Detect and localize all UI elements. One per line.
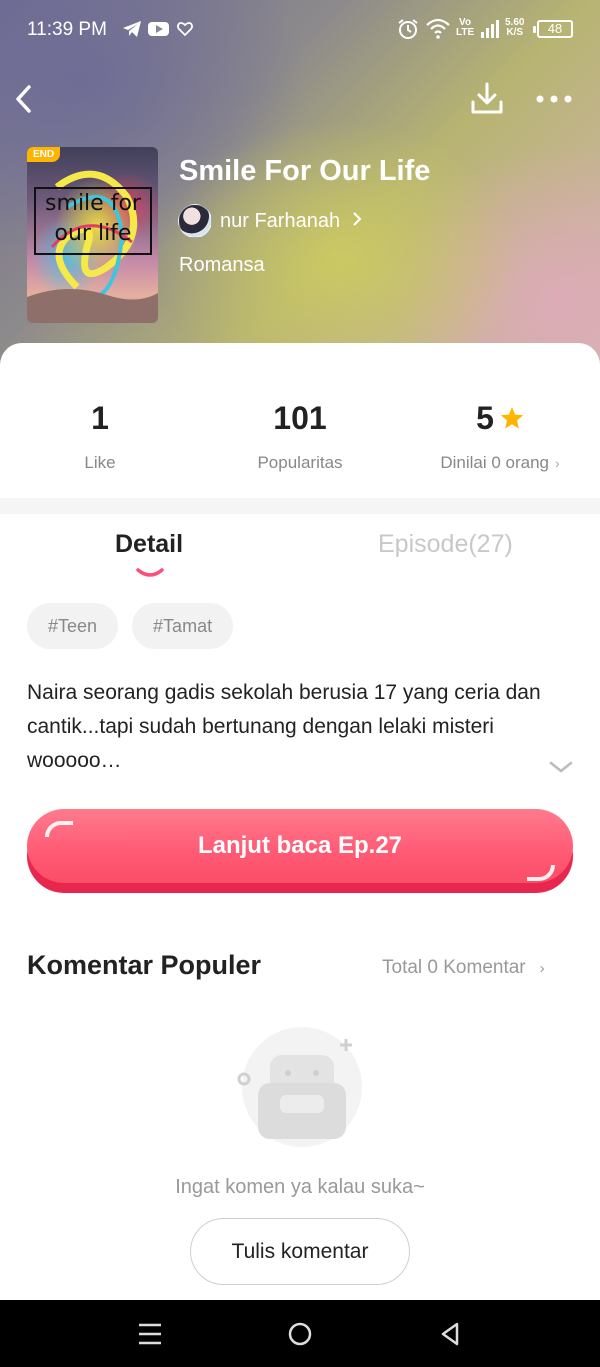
tag-chip[interactable]: #Tamat <box>132 603 234 649</box>
end-badge: END <box>27 147 61 162</box>
back-button[interactable] <box>10 82 40 116</box>
rating-label: Dinilai 0 orang <box>440 453 549 472</box>
comments-total: Total 0 Komentar <box>382 957 526 978</box>
status-time: 11:39 PM <box>27 19 107 40</box>
section-divider <box>0 498 600 514</box>
book-cover[interactable]: END smile for our life <box>27 147 158 323</box>
more-icon <box>536 95 572 103</box>
more-button[interactable] <box>534 88 574 110</box>
tab-detail[interactable]: Detail <box>115 530 183 559</box>
tag-chip[interactable]: #Teen <box>27 603 119 649</box>
book-title: Smile For Our Life <box>179 155 431 187</box>
like-label: Like <box>84 453 116 472</box>
back-triangle-icon <box>441 1322 459 1346</box>
continue-reading-button[interactable]: Lanjut baca Ep.27 <box>27 809 573 893</box>
stat-popularity: 101 Popularitas <box>200 400 400 473</box>
volte-indicator: Vo LTE <box>456 17 475 38</box>
recent-apps-button[interactable] <box>135 1319 165 1349</box>
stat-rating[interactable]: 5 Dinilai 0 orang › <box>400 400 600 473</box>
status-bar: 11:39 PM Vo LTE 5.60 K/S 48 <box>0 0 600 60</box>
network-speed: 5.60 K/S <box>505 17 525 38</box>
empty-comments-illustration <box>232 1025 372 1155</box>
heart-icon <box>177 21 193 42</box>
author-name: nur Farhanah <box>220 209 341 232</box>
book-genre: Romansa <box>179 254 265 276</box>
empty-comments-text: Ingat komen ya kalau suka~ <box>175 1176 425 1198</box>
chevron-down-icon[interactable] <box>548 758 574 776</box>
write-comment-button[interactable]: Tulis komentar <box>190 1218 410 1285</box>
star-icon <box>500 406 524 435</box>
back-arrow-icon <box>16 85 31 113</box>
continue-reading-label: Lanjut baca Ep.27 <box>27 809 573 883</box>
home-circle-icon <box>288 1322 312 1346</box>
rating-value: 5 <box>476 400 494 436</box>
signal-icon <box>480 19 500 44</box>
system-nav-bar <box>0 1300 600 1367</box>
popularity-count: 101 <box>273 400 327 436</box>
chevron-right-icon: › <box>555 455 560 471</box>
battery-icon: 48 <box>533 20 573 38</box>
comments-title: Komentar Populer <box>27 950 262 980</box>
menu-icon <box>139 1323 161 1345</box>
telegram-icon <box>122 19 142 44</box>
book-description: Naira seorang gadis sekolah berusia 17 y… <box>27 681 541 772</box>
author-link[interactable]: nur Farhanah <box>178 204 362 238</box>
battery-level: 48 <box>547 21 563 36</box>
wifi-icon <box>425 17 451 44</box>
download-button[interactable] <box>468 80 506 118</box>
youtube-icon <box>148 19 170 44</box>
system-back-button[interactable] <box>435 1319 465 1349</box>
download-icon <box>471 82 503 114</box>
chevron-right-icon: › <box>539 960 545 977</box>
tab-episode[interactable]: Episode(27) <box>378 530 513 559</box>
author-avatar <box>178 204 212 238</box>
active-tab-indicator <box>135 566 165 578</box>
popularity-label: Popularitas <box>257 453 343 472</box>
tag-list: #Teen #Tamat <box>27 603 234 649</box>
cover-title: smile for our life <box>34 187 152 255</box>
like-count: 1 <box>91 400 109 436</box>
chevron-right-icon <box>352 211 362 232</box>
stat-like: 1 Like <box>0 400 200 473</box>
comments-total-link[interactable]: Total 0 Komentar › <box>382 957 545 979</box>
alarm-icon <box>397 18 419 45</box>
home-button[interactable] <box>285 1319 315 1349</box>
